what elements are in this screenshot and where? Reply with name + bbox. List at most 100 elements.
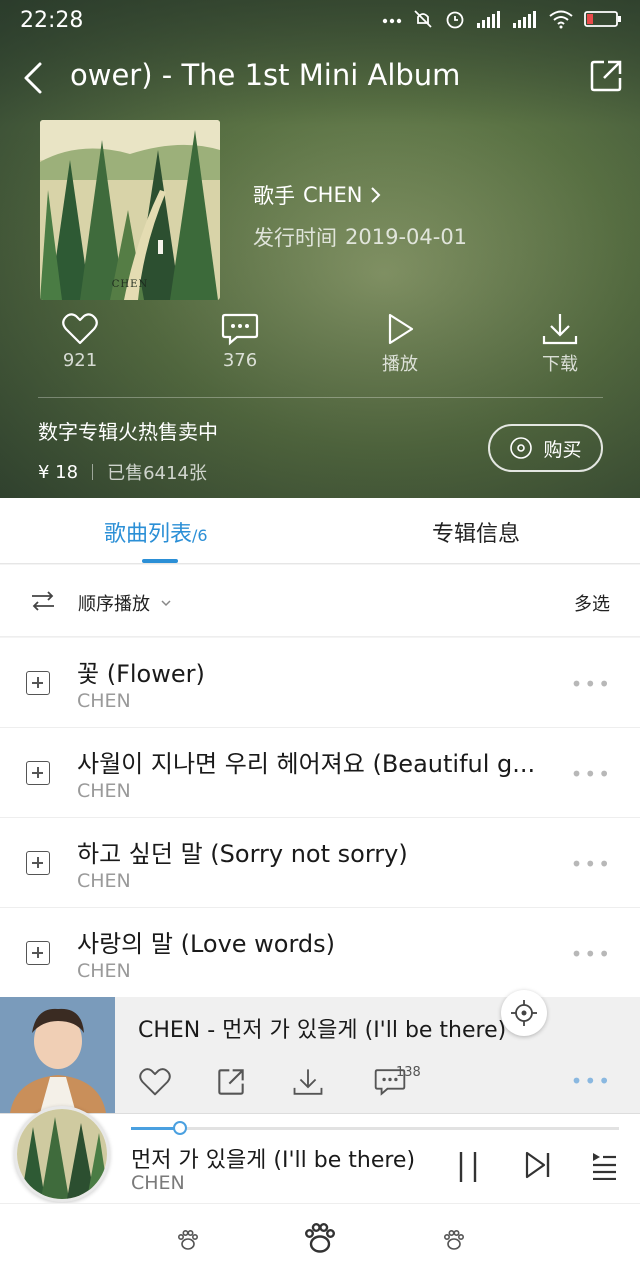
digital-album-promo: 数字专辑火热售卖中 ¥ 18 已售6414张 (38, 416, 218, 485)
order-play-icon[interactable] (30, 589, 56, 613)
locate-song-button[interactable] (501, 990, 547, 1036)
artist-row[interactable]: 歌手 CHEN (253, 180, 467, 210)
song-artist: CHEN (77, 960, 131, 982)
crosshair-icon (511, 1000, 537, 1026)
progress-bar[interactable] (131, 1121, 619, 1135)
more-icon[interactable]: ••• (571, 672, 612, 696)
add-icon[interactable] (26, 851, 50, 875)
play-mode-label: 顺序播放 (78, 594, 150, 615)
song-title: 사월이 지나면 우리 헤어져요 (Beautiful g... (77, 750, 536, 778)
comment-button[interactable]: 376 (160, 312, 320, 384)
tab-song-count: /6 (192, 526, 208, 545)
play-button[interactable]: 播放 (320, 312, 480, 384)
comment-icon (221, 313, 259, 346)
more-dots-icon (382, 18, 402, 24)
tab-album-info[interactable]: 专辑信息 (432, 516, 520, 548)
promo-separator (92, 464, 94, 480)
popup-comment-count: 138 (396, 1065, 421, 1080)
song-row[interactable]: 사랑의 말 (Love words) CHEN ••• (0, 908, 640, 998)
status-icons (382, 8, 622, 30)
heart-icon[interactable] (138, 1067, 172, 1097)
promo-price: ¥ 18 (38, 461, 79, 483)
release-date: 2019-04-01 (345, 225, 468, 249)
add-icon[interactable] (26, 941, 50, 965)
release-label: 发行时间 (253, 226, 337, 250)
song-artist: CHEN (77, 690, 131, 712)
share-icon[interactable] (216, 1067, 246, 1097)
promo-sub: ¥ 18 已售6414张 (38, 459, 218, 485)
more-icon[interactable]: ••• (571, 852, 612, 876)
player-artist: CHEN (131, 1172, 185, 1194)
next-track-icon[interactable] (524, 1150, 552, 1180)
playlist-icon[interactable] (590, 1150, 618, 1180)
play-icon (388, 313, 414, 345)
like-button[interactable]: 921 (0, 312, 160, 384)
tab-song-list[interactable]: 歌曲列表/6 (104, 516, 208, 548)
promo-sold: 已售6414张 (107, 463, 207, 484)
heart-icon (62, 313, 98, 345)
chevron-right-icon (371, 187, 381, 203)
pause-icon[interactable] (456, 1150, 480, 1184)
cover-artist-label: CHEN (111, 279, 149, 290)
download-button[interactable]: 下载 (480, 312, 640, 384)
forest-artwork (40, 120, 220, 300)
wifi-icon (549, 10, 573, 29)
chevron-down-icon (161, 600, 171, 607)
album-cover[interactable]: CHEN (40, 120, 220, 300)
buy-button[interactable]: 购买 (488, 424, 603, 472)
song-artist: CHEN (77, 870, 131, 892)
more-icon[interactable]: ••• (571, 942, 612, 966)
artist-name: CHEN (303, 183, 363, 207)
song-list: 꽃 (Flower) CHEN ••• 사월이 지나면 우리 헤어져요 (Bea… (0, 638, 640, 998)
song-title: 사랑의 말 (Love words) (77, 930, 336, 958)
signal-icon (477, 11, 500, 28)
more-icon[interactable]: ••• (571, 1069, 612, 1093)
now-playing-title: CHEN - 먼저 가 있을게 (I'll be there) (138, 1018, 507, 1043)
download-label: 下载 (542, 354, 578, 375)
alarm-icon (446, 11, 464, 29)
multi-select-button[interactable]: 多选 (574, 590, 610, 616)
title-row: ower) - The 1st Mini Album (0, 52, 640, 104)
play-mode-selector[interactable]: 顺序播放 (78, 590, 172, 616)
add-icon[interactable] (26, 761, 50, 785)
paw-home-icon[interactable] (302, 1220, 338, 1256)
share-button[interactable] (588, 58, 624, 94)
back-button[interactable] (18, 58, 54, 98)
buy-label: 购买 (543, 438, 582, 461)
signal-2-icon (513, 11, 536, 28)
album-thumbnail (17, 1109, 107, 1199)
add-icon[interactable] (26, 671, 50, 695)
download-icon[interactable] (292, 1067, 324, 1097)
album-actions: 921 376 播放 下载 (0, 312, 640, 384)
header-divider (38, 397, 603, 398)
song-row[interactable]: 하고 싶던 말 (Sorry not sorry) CHEN ••• (0, 818, 640, 908)
comment-count: 376 (222, 350, 258, 371)
song-title: 꽃 (Flower) (77, 660, 205, 688)
artist-photo (0, 997, 115, 1113)
now-playing-actions (138, 1067, 618, 1107)
paw-icon[interactable] (176, 1228, 200, 1252)
release-row: 发行时间 2019-04-01 (253, 222, 467, 252)
play-mode-bar: 顺序播放 多选 (0, 565, 640, 637)
disc-icon (510, 437, 533, 459)
player-album-art[interactable] (14, 1106, 110, 1202)
promo-title: 数字专辑火热售卖中 (38, 420, 218, 444)
album-header: 22:28 ower) - The 1st Mini Album CHEN 歌手… (0, 0, 640, 498)
progress-handle[interactable] (172, 1121, 187, 1135)
song-title: 하고 싶던 말 (Sorry not sorry) (77, 840, 408, 868)
mute-icon (414, 10, 432, 28)
status-time: 22:28 (20, 8, 84, 33)
player-song-title: 먼저 가 있을게 (I'll be there) (131, 1148, 416, 1173)
song-row[interactable]: 사월이 지나면 우리 헤어져요 (Beautiful g... CHEN ••• (0, 728, 640, 818)
song-row[interactable]: 꽃 (Flower) CHEN ••• (0, 638, 640, 728)
paw-icon[interactable] (442, 1228, 466, 1252)
album-tabs: 歌曲列表/6 专辑信息 (0, 498, 640, 564)
share-icon (590, 60, 622, 92)
song-artist: CHEN (77, 780, 131, 802)
tab-song-list-label: 歌曲列表 (104, 522, 193, 547)
mini-player[interactable]: 먼저 가 있을게 (I'll be there) CHEN (0, 1106, 640, 1203)
tab-active-indicator (142, 559, 178, 563)
status-bar: 22:28 (0, 0, 640, 42)
more-icon[interactable]: ••• (571, 762, 612, 786)
album-meta: 歌手 CHEN 发行时间 2019-04-01 (253, 180, 467, 264)
